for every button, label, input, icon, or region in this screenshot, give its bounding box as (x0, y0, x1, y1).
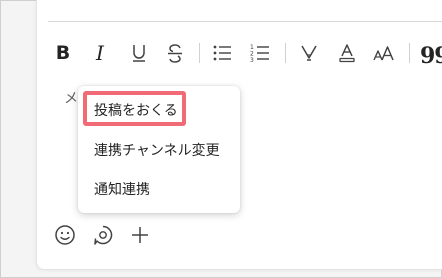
underline-button[interactable] (126, 40, 152, 66)
loop-component-button[interactable] (91, 223, 115, 247)
bold-button[interactable]: B (50, 40, 76, 66)
toolbar-separator (285, 43, 286, 63)
highlight-icon (301, 45, 317, 61)
bulleted-list-icon (213, 45, 231, 61)
svg-text:3: 3 (250, 57, 254, 63)
emoji-icon (55, 225, 75, 245)
loop-component-icon (94, 225, 113, 245)
add-button[interactable] (128, 223, 152, 247)
numbered-list-icon: 1 2 3 (250, 44, 269, 63)
context-menu: 投稿をおくる 連携チャンネル変更 通知連携 (78, 86, 240, 213)
italic-icon: I (96, 41, 104, 65)
numbered-list-button[interactable]: 1 2 3 (247, 40, 273, 66)
composer-divider (48, 21, 442, 22)
add-icon (132, 227, 148, 243)
menu-item-label: 連携チャンネル変更 (94, 143, 220, 159)
menu-item-change-linked-channel[interactable]: 連携チャンネル変更 (78, 131, 240, 169)
font-size-icon (373, 46, 394, 61)
menu-item-label: 通知連携 (94, 182, 150, 198)
emoji-button[interactable] (53, 223, 77, 247)
font-color-icon (339, 44, 355, 63)
bold-icon: B (55, 41, 71, 64)
toolbar-separator (199, 43, 200, 63)
toolbar-separator (409, 43, 410, 63)
strikethrough-button[interactable] (162, 40, 188, 66)
menu-item-label: 投稿をおくる (94, 103, 178, 119)
font-color-button[interactable] (334, 40, 360, 66)
quote-button[interactable]: 99 (420, 40, 442, 69)
italic-button[interactable]: I (87, 40, 113, 66)
highlight-button[interactable] (296, 40, 322, 66)
menu-item-send-post[interactable]: 投稿をおくる (78, 91, 240, 129)
font-size-button[interactable] (371, 40, 397, 66)
bulleted-list-button[interactable] (209, 40, 235, 66)
message-placeholder[interactable]: メ (64, 88, 78, 108)
underline-icon (133, 45, 145, 62)
quote-icon: 99 (420, 43, 442, 69)
strikethrough-icon (168, 44, 182, 63)
menu-item-notification-link[interactable]: 通知連携 (78, 170, 240, 208)
